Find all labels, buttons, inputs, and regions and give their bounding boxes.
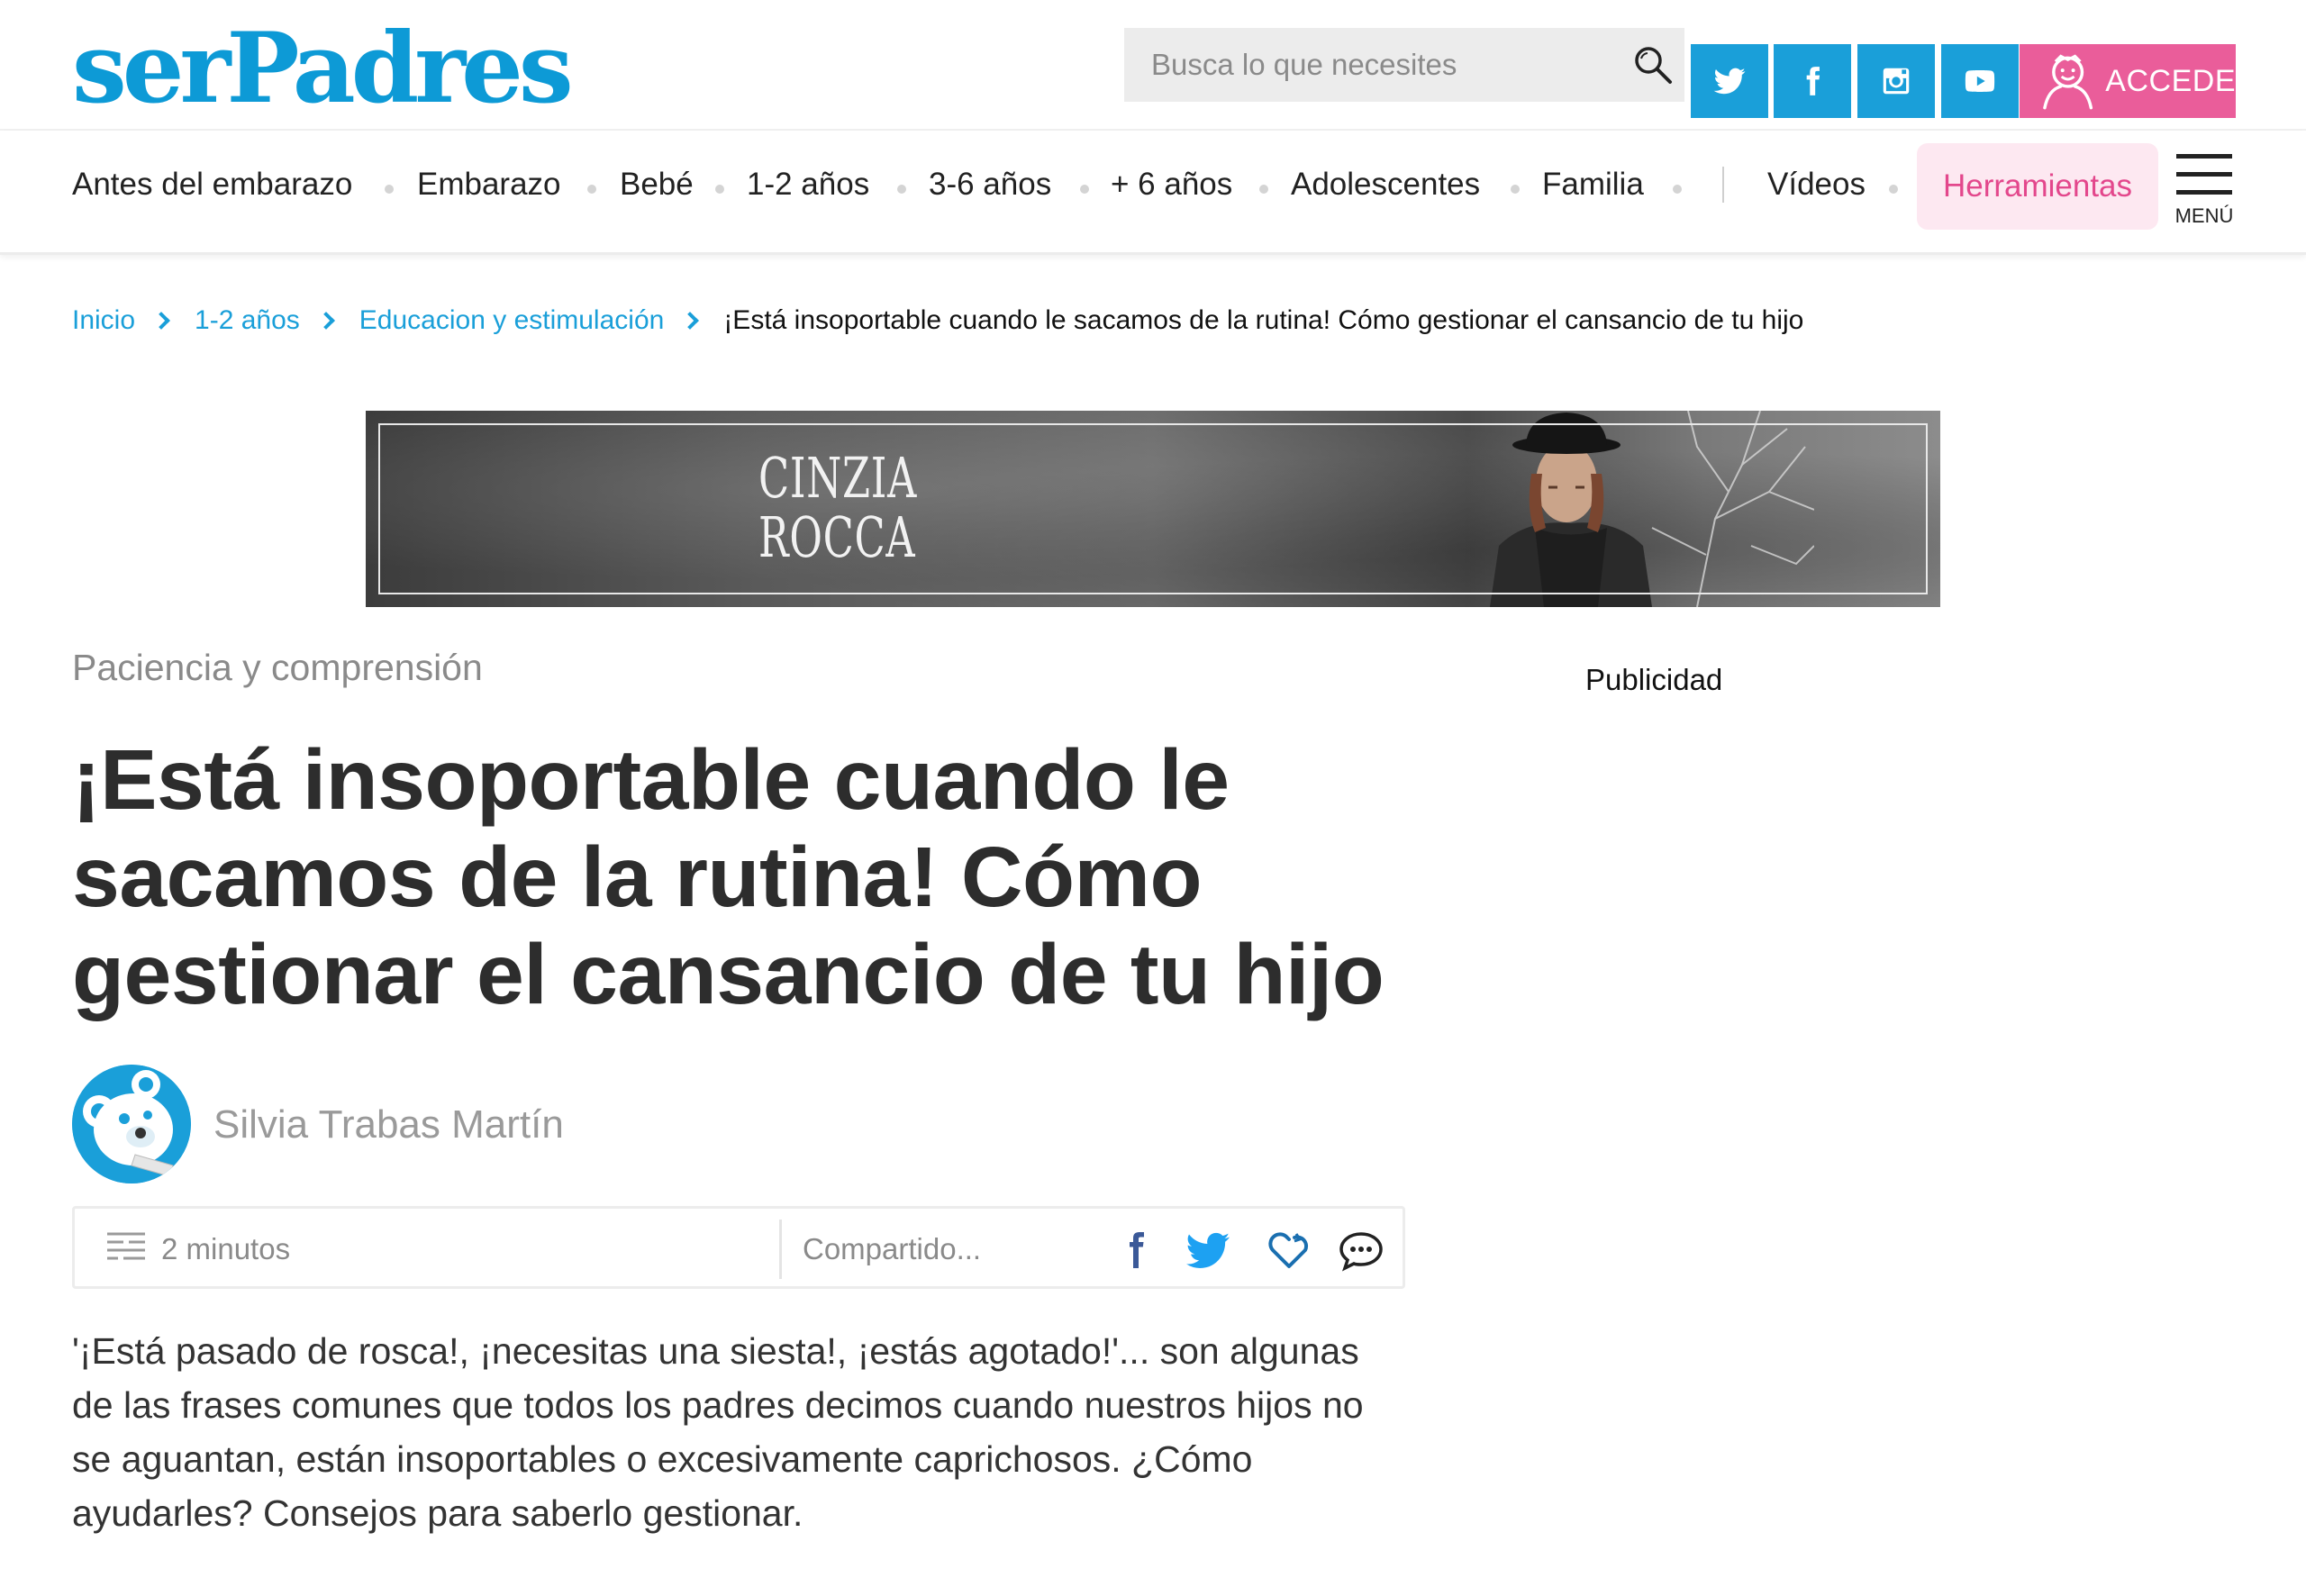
chevron-right-icon xyxy=(152,312,170,330)
breadcrumb-current: ¡Está insoportable cuando le sacamos de … xyxy=(723,305,1804,335)
twitter-button[interactable] xyxy=(1691,44,1768,118)
article-lead: '¡Está pasado de rosca!, ¡necesitas una … xyxy=(72,1330,1364,1534)
logo-text-ser: ser xyxy=(72,12,231,125)
instagram-button[interactable] xyxy=(1857,44,1935,118)
nav-item-videos[interactable]: Vídeos xyxy=(1767,167,1866,203)
facebook-share-icon[interactable] xyxy=(1111,1225,1161,1275)
ad-banner[interactable]: CINZIA ROCCA xyxy=(366,411,1940,607)
meta-divider xyxy=(779,1220,782,1279)
instagram-icon xyxy=(1883,68,1910,95)
heart-share-icon[interactable] xyxy=(1264,1225,1314,1275)
menu-bar xyxy=(2176,190,2232,195)
breadcrumb-inicio[interactable]: Inicio xyxy=(72,305,135,336)
search-input[interactable] xyxy=(1151,28,1620,102)
user-icon xyxy=(2043,54,2093,110)
facebook-icon xyxy=(1806,67,1820,95)
menu-bar xyxy=(2176,172,2232,177)
breadcrumb: Inicio 1-2 años Educacion y estimulación… xyxy=(72,305,1803,336)
nav-item-1-2-anos[interactable]: 1-2 años xyxy=(747,167,869,203)
ad-frame xyxy=(378,423,1928,594)
bear-logo-icon xyxy=(72,1065,191,1183)
main-nav: Antes del embarazo Embarazo Bebé 1-2 año… xyxy=(0,131,2306,255)
youtube-button[interactable] xyxy=(1941,44,2019,118)
twitter-share-icon[interactable] xyxy=(1183,1225,1233,1275)
logo-text-padres: Padres xyxy=(226,12,573,125)
nav-item-embarazo[interactable]: Embarazo xyxy=(417,167,561,203)
breadcrumb-educacion[interactable]: Educacion y estimulación xyxy=(359,305,665,336)
search-icon[interactable] xyxy=(1632,44,1674,86)
youtube-icon xyxy=(1965,69,1995,93)
nav-separator xyxy=(1722,167,1724,203)
search-box xyxy=(1124,28,1684,102)
nav-item-antes-embarazo[interactable]: Antes del embarazo xyxy=(72,167,352,203)
reading-time: 2 minutos xyxy=(161,1232,291,1265)
nav-item-bebe[interactable]: Bebé xyxy=(620,167,694,203)
comment-icon[interactable] xyxy=(1336,1225,1386,1275)
article-kicker: Paciencia y comprensión xyxy=(72,647,483,688)
nav-dot xyxy=(1889,185,1898,194)
nav-dot xyxy=(385,185,394,194)
facebook-button[interactable] xyxy=(1774,44,1851,118)
site-header: serPadres ACCEDE xyxy=(0,0,2306,131)
tools-button[interactable]: Herramientas xyxy=(1917,143,2158,230)
article-title: ¡Está insoportable cuando le sacamos de … xyxy=(72,732,1385,1022)
chevron-right-icon xyxy=(681,312,700,330)
chevron-right-icon xyxy=(316,312,335,330)
author-name[interactable]: Silvia Trabas Martín xyxy=(213,1102,564,1147)
nav-item-familia[interactable]: Familia xyxy=(1542,167,1644,203)
menu-label: MENÚ xyxy=(2174,204,2234,227)
login-button[interactable]: ACCEDE xyxy=(2020,44,2236,118)
menu-button[interactable]: MENÚ xyxy=(2173,154,2236,235)
nav-dot xyxy=(1259,185,1268,194)
menu-bar xyxy=(2176,154,2232,159)
nav-dot xyxy=(715,185,724,194)
article-meta-bar: 2 minutos Compartido... xyxy=(72,1206,1405,1289)
twitter-icon xyxy=(1713,68,1746,95)
nav-dot xyxy=(587,185,596,194)
author-avatar[interactable] xyxy=(72,1065,191,1183)
breadcrumb-1-2-anos[interactable]: 1-2 años xyxy=(195,305,300,336)
nav-dot xyxy=(1673,185,1682,194)
reading-time-icon xyxy=(107,1232,145,1260)
login-label: ACCEDE xyxy=(2105,63,2236,98)
nav-item-6-anos[interactable]: + 6 años xyxy=(1111,167,1232,203)
sidebar-ad-label: Publicidad xyxy=(1585,663,1723,696)
site-logo[interactable]: serPadres xyxy=(72,20,574,117)
nav-item-3-6-anos[interactable]: 3-6 años xyxy=(929,167,1051,203)
nav-item-adolescentes[interactable]: Adolescentes xyxy=(1291,167,1480,203)
nav-dot xyxy=(1511,185,1520,194)
nav-dot xyxy=(1080,185,1089,194)
share-count: Compartido... xyxy=(803,1232,982,1265)
nav-dot xyxy=(897,185,906,194)
